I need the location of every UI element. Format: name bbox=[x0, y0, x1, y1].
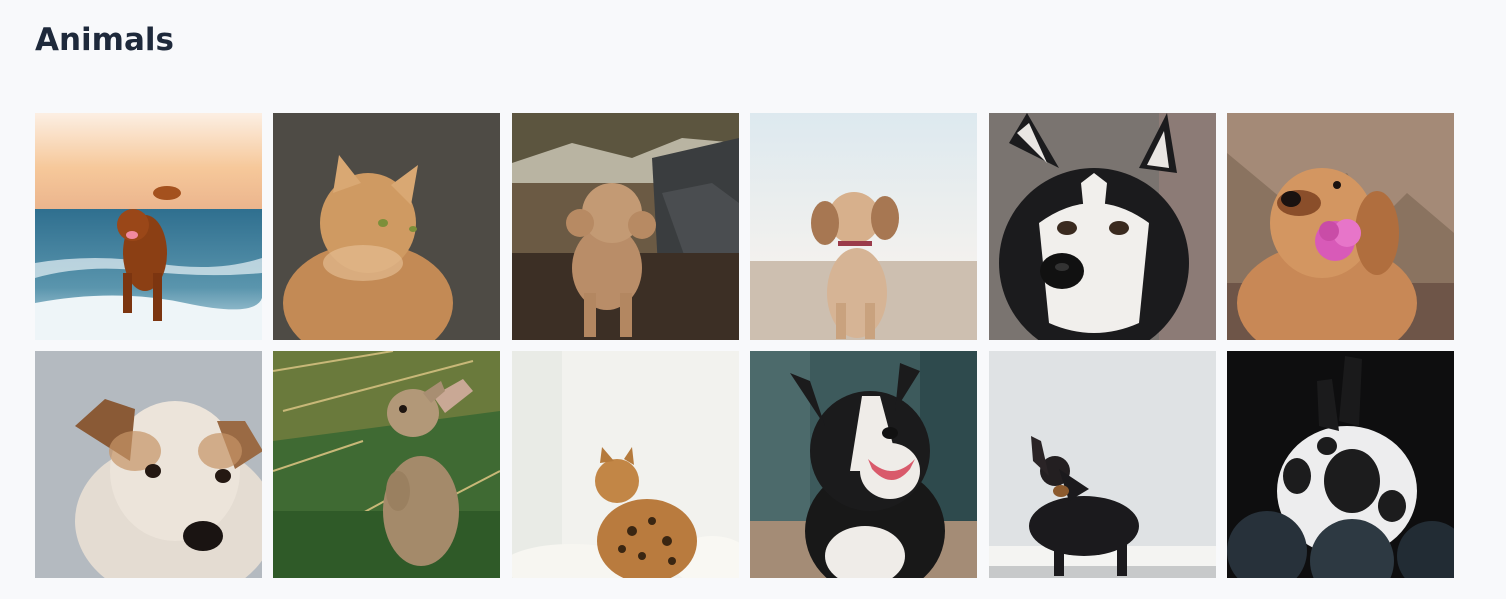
ginger-cat-photo bbox=[273, 113, 501, 340]
rabbit-grass-photo bbox=[273, 351, 501, 578]
gallery-image-spaniel[interactable] bbox=[750, 113, 978, 340]
poodle-photo bbox=[511, 113, 739, 340]
spaniel-photo bbox=[750, 113, 978, 340]
animals-gallery-page: Animals bbox=[0, 0, 1506, 599]
gallery-image-poodle[interactable] bbox=[511, 113, 739, 340]
gallery-image-jack-russell[interactable] bbox=[35, 351, 262, 578]
gallery-image-border-collie[interactable] bbox=[750, 351, 978, 578]
dachshund-photo bbox=[988, 351, 1216, 578]
gallery-image-spotted-rabbit[interactable] bbox=[1226, 351, 1454, 578]
golden-retriever-photo bbox=[1226, 113, 1454, 340]
gallery-image-dachshund[interactable] bbox=[988, 351, 1216, 578]
gallery-image-dog-beach[interactable] bbox=[35, 113, 262, 340]
gallery-image-ginger-cat[interactable] bbox=[273, 113, 501, 340]
jack-russell-photo bbox=[35, 351, 262, 578]
border-collie-photo bbox=[750, 351, 978, 578]
gallery-image-rabbit-grass[interactable] bbox=[273, 351, 501, 578]
dog-beach-photo bbox=[35, 113, 262, 340]
bengal-cat-photo bbox=[511, 351, 739, 578]
gallery-image-bengal-cat[interactable] bbox=[511, 351, 739, 578]
husky-photo bbox=[988, 113, 1216, 340]
page-title: Animals bbox=[35, 22, 174, 58]
gallery-image-golden-retriever[interactable] bbox=[1226, 113, 1454, 340]
image-grid bbox=[35, 113, 1454, 578]
gallery-image-husky[interactable] bbox=[988, 113, 1216, 340]
spotted-rabbit-photo bbox=[1226, 351, 1454, 578]
